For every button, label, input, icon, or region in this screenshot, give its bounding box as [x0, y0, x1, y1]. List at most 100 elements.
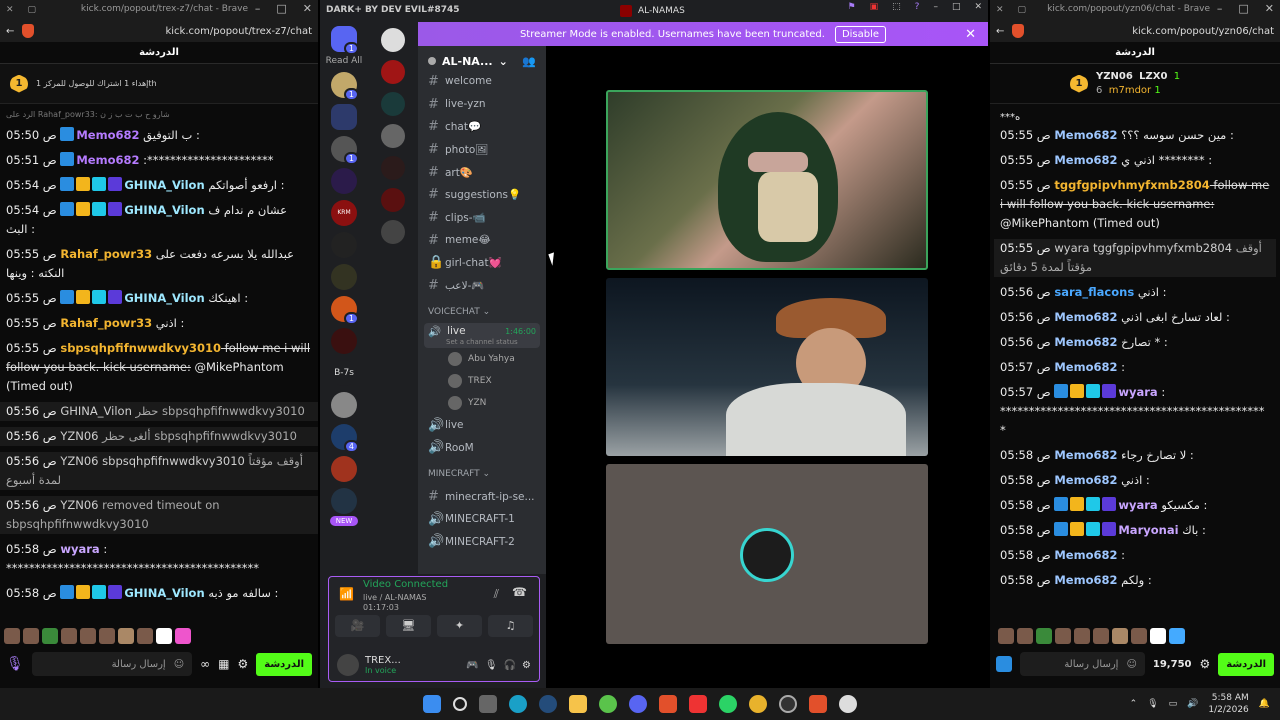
chat-message[interactable]: 05:55 ص Rahaf_powr33 عبدالله يلا بسرعه د…	[6, 245, 312, 283]
server-4[interactable]	[331, 232, 357, 258]
chat-message[interactable]: 05:55 ص Memo682 مين حسن سوسه ؟؟؟ :	[1000, 126, 1270, 145]
voice-channel-room[interactable]: 🔊 RooM	[418, 437, 546, 460]
message-username[interactable]: Rahaf_powr33	[60, 247, 152, 261]
emoji-icon[interactable]: ☺	[1126, 659, 1136, 670]
video-tile-2[interactable]	[606, 278, 928, 456]
help-icon[interactable]: ?	[915, 2, 920, 12]
discord-icon[interactable]	[629, 695, 647, 713]
message-username[interactable]: sbpsqhpfifnwwdkvy3010	[60, 341, 221, 355]
server-11[interactable]	[331, 488, 357, 514]
url-text[interactable]: kick.com/popout/yzn06/chat	[1132, 26, 1274, 37]
user-badge-icon[interactable]	[92, 290, 107, 304]
network-icon[interactable]: ▭	[1169, 699, 1178, 709]
message-username[interactable]: GHINA_Vilon	[124, 291, 204, 305]
brave-icon[interactable]	[659, 695, 677, 713]
server-7[interactable]	[331, 328, 357, 354]
brave-shield-icon[interactable]	[22, 24, 35, 38]
read-all-button[interactable]: Read All	[326, 56, 363, 66]
user-badge-icon[interactable]	[92, 177, 107, 191]
chat-message[interactable]: 05:55 ص Memo682 اذني ي ******** :	[1000, 151, 1270, 170]
server-9[interactable]: 4	[331, 424, 359, 453]
server-17[interactable]	[381, 188, 405, 212]
server-3[interactable]	[331, 168, 357, 194]
chat-message[interactable]: 05:58 ص Memo682 ولكم :	[1000, 571, 1270, 590]
chat-message[interactable]: 05:55 ص tggfgpipvhmyfxmb2804 follow me i…	[1000, 176, 1270, 233]
back-icon[interactable]: ←	[6, 26, 14, 37]
close-tab-icon[interactable]: ✕	[996, 5, 1004, 15]
close-tab-icon[interactable]: ✕	[6, 5, 14, 15]
video-tile-3[interactable]	[606, 464, 928, 644]
message-username[interactable]: wyara	[1118, 385, 1157, 399]
user-badge-icon[interactable]	[1102, 522, 1117, 536]
pinned-gift-banner[interactable]: 1 إهداء 1 اشتراك للوصول للمركز 1th	[0, 64, 318, 104]
maximize-icon[interactable]: □	[276, 2, 286, 15]
maximize-icon[interactable]: □	[952, 2, 961, 12]
volume-icon[interactable]: 🔊	[1187, 699, 1198, 709]
leaderboard[interactable]: 1 YZN06 LZX0 1 6 m7mdor 1	[990, 64, 1280, 104]
chat-message[interactable]: 05:58 ص Memo682 لا تصارخ رجاء :	[1000, 446, 1270, 465]
close-icon[interactable]: ✕	[303, 2, 312, 15]
server-8[interactable]	[331, 392, 357, 418]
mic-icon[interactable]: 🎙	[1147, 699, 1158, 709]
chat-message[interactable]: 05:58 ص Memo682 :	[1000, 546, 1270, 565]
message-username[interactable]: YZN06 sbpsqhpfifnwwdkvy3010	[60, 454, 245, 468]
server-b7s[interactable]: B-7s	[331, 360, 357, 386]
channel-item[interactable]: # chat💬	[418, 115, 546, 138]
chat-message[interactable]: 05:56 ص GHINA_Vilon حظر sbpsqhpfifnwwdkv…	[0, 402, 318, 421]
task-view-icon[interactable]	[479, 695, 497, 713]
message-username[interactable]: Memo682	[1054, 473, 1117, 487]
user-badge-icon[interactable]	[1070, 384, 1085, 398]
voice-user[interactable]: Abu Yahya	[418, 348, 546, 370]
channel-item[interactable]: # live-yzn	[418, 93, 546, 116]
message-username[interactable]: Memo682	[1054, 128, 1117, 142]
user-badge-icon[interactable]	[60, 202, 75, 216]
whatsapp-icon[interactable]	[719, 695, 737, 713]
disable-button[interactable]: Disable	[834, 25, 887, 43]
user-badge-icon[interactable]	[1086, 497, 1101, 511]
chat-message[interactable]: 05:58 ص Maryonai باك :	[1000, 521, 1270, 540]
server-5[interactable]	[331, 264, 357, 290]
gift-icon[interactable]: ▦	[218, 657, 229, 671]
message-username[interactable]: GHINA_Vilon	[124, 203, 204, 217]
server-6[interactable]: 1	[331, 296, 359, 325]
user-badge-icon[interactable]	[1054, 384, 1069, 398]
message-username[interactable]: Maryonai	[1118, 523, 1178, 537]
server-14[interactable]	[381, 92, 405, 116]
user-badge-icon[interactable]	[1070, 497, 1085, 511]
message-username[interactable]: YZN06	[60, 429, 98, 443]
chat-message[interactable]: 05:58 ص Memo682 اذني :	[1000, 471, 1270, 490]
message-username[interactable]: YZN06	[60, 498, 98, 512]
chat-input[interactable]: إرسال رسالة ☺	[1020, 652, 1145, 676]
user-badge-icon[interactable]	[76, 585, 91, 599]
channel-item[interactable]: # clips-📹	[418, 206, 546, 229]
user-badge-icon[interactable]	[76, 177, 91, 191]
user-badge-icon[interactable]	[92, 202, 107, 216]
chat-message[interactable]: 05:55 ص sbpsqhpfifnwwdkvy3010 follow me …	[6, 339, 312, 396]
user-badge-icon[interactable]	[1070, 522, 1085, 536]
mic-icon[interactable]: 🎙	[485, 660, 498, 671]
voice-channel-label[interactable]: live / AL-NAMAS	[363, 593, 426, 602]
message-username[interactable]: Memo682	[1054, 548, 1117, 562]
minecraft-category[interactable]: MINECRAFT ⌄	[418, 463, 546, 485]
channel-item[interactable]: # لاعب-🎮	[418, 274, 546, 297]
chat-message[interactable]: 05:55 ص Rahaf_powr33 اذني :	[6, 314, 312, 333]
user-badge-icon[interactable]	[92, 585, 107, 599]
chat-send-button[interactable]: الدردشة	[256, 652, 312, 676]
chat-message[interactable]: 05:54 ص GHINA_Vilon ارفعو أصواتكم :	[6, 176, 312, 195]
voice-channel-live[interactable]: 🔊 live 1:46:00 Set a channel status	[424, 322, 540, 348]
message-username[interactable]: Memo682	[76, 153, 139, 167]
message-username[interactable]: sara_flacons	[1054, 285, 1134, 299]
chat-message[interactable]: 05:51 ص Memo682 :**********************	[6, 151, 312, 170]
close-banner-icon[interactable]: ✕	[965, 27, 976, 42]
message-username[interactable]: wyara	[60, 542, 99, 556]
user-badge-icon[interactable]	[60, 585, 75, 599]
user-badge-icon[interactable]	[1102, 497, 1117, 511]
channel-item[interactable]: 🔒 girl-chat💓	[418, 252, 546, 275]
server-13[interactable]	[381, 60, 405, 84]
chat-message[interactable]: 05:54 ص GHINA_Vilon عشان م ندام ف البث :	[6, 201, 312, 239]
channel-mc-ip[interactable]: # minecraft-ip-se...	[418, 485, 546, 508]
back-icon[interactable]: ←	[996, 26, 1004, 37]
message-username[interactable]: Rahaf_powr33	[60, 316, 152, 330]
chat-message[interactable]: 05:58 ص wyara مكسيكو :	[1000, 496, 1270, 515]
emoji-icon[interactable]: ☺	[174, 659, 184, 670]
